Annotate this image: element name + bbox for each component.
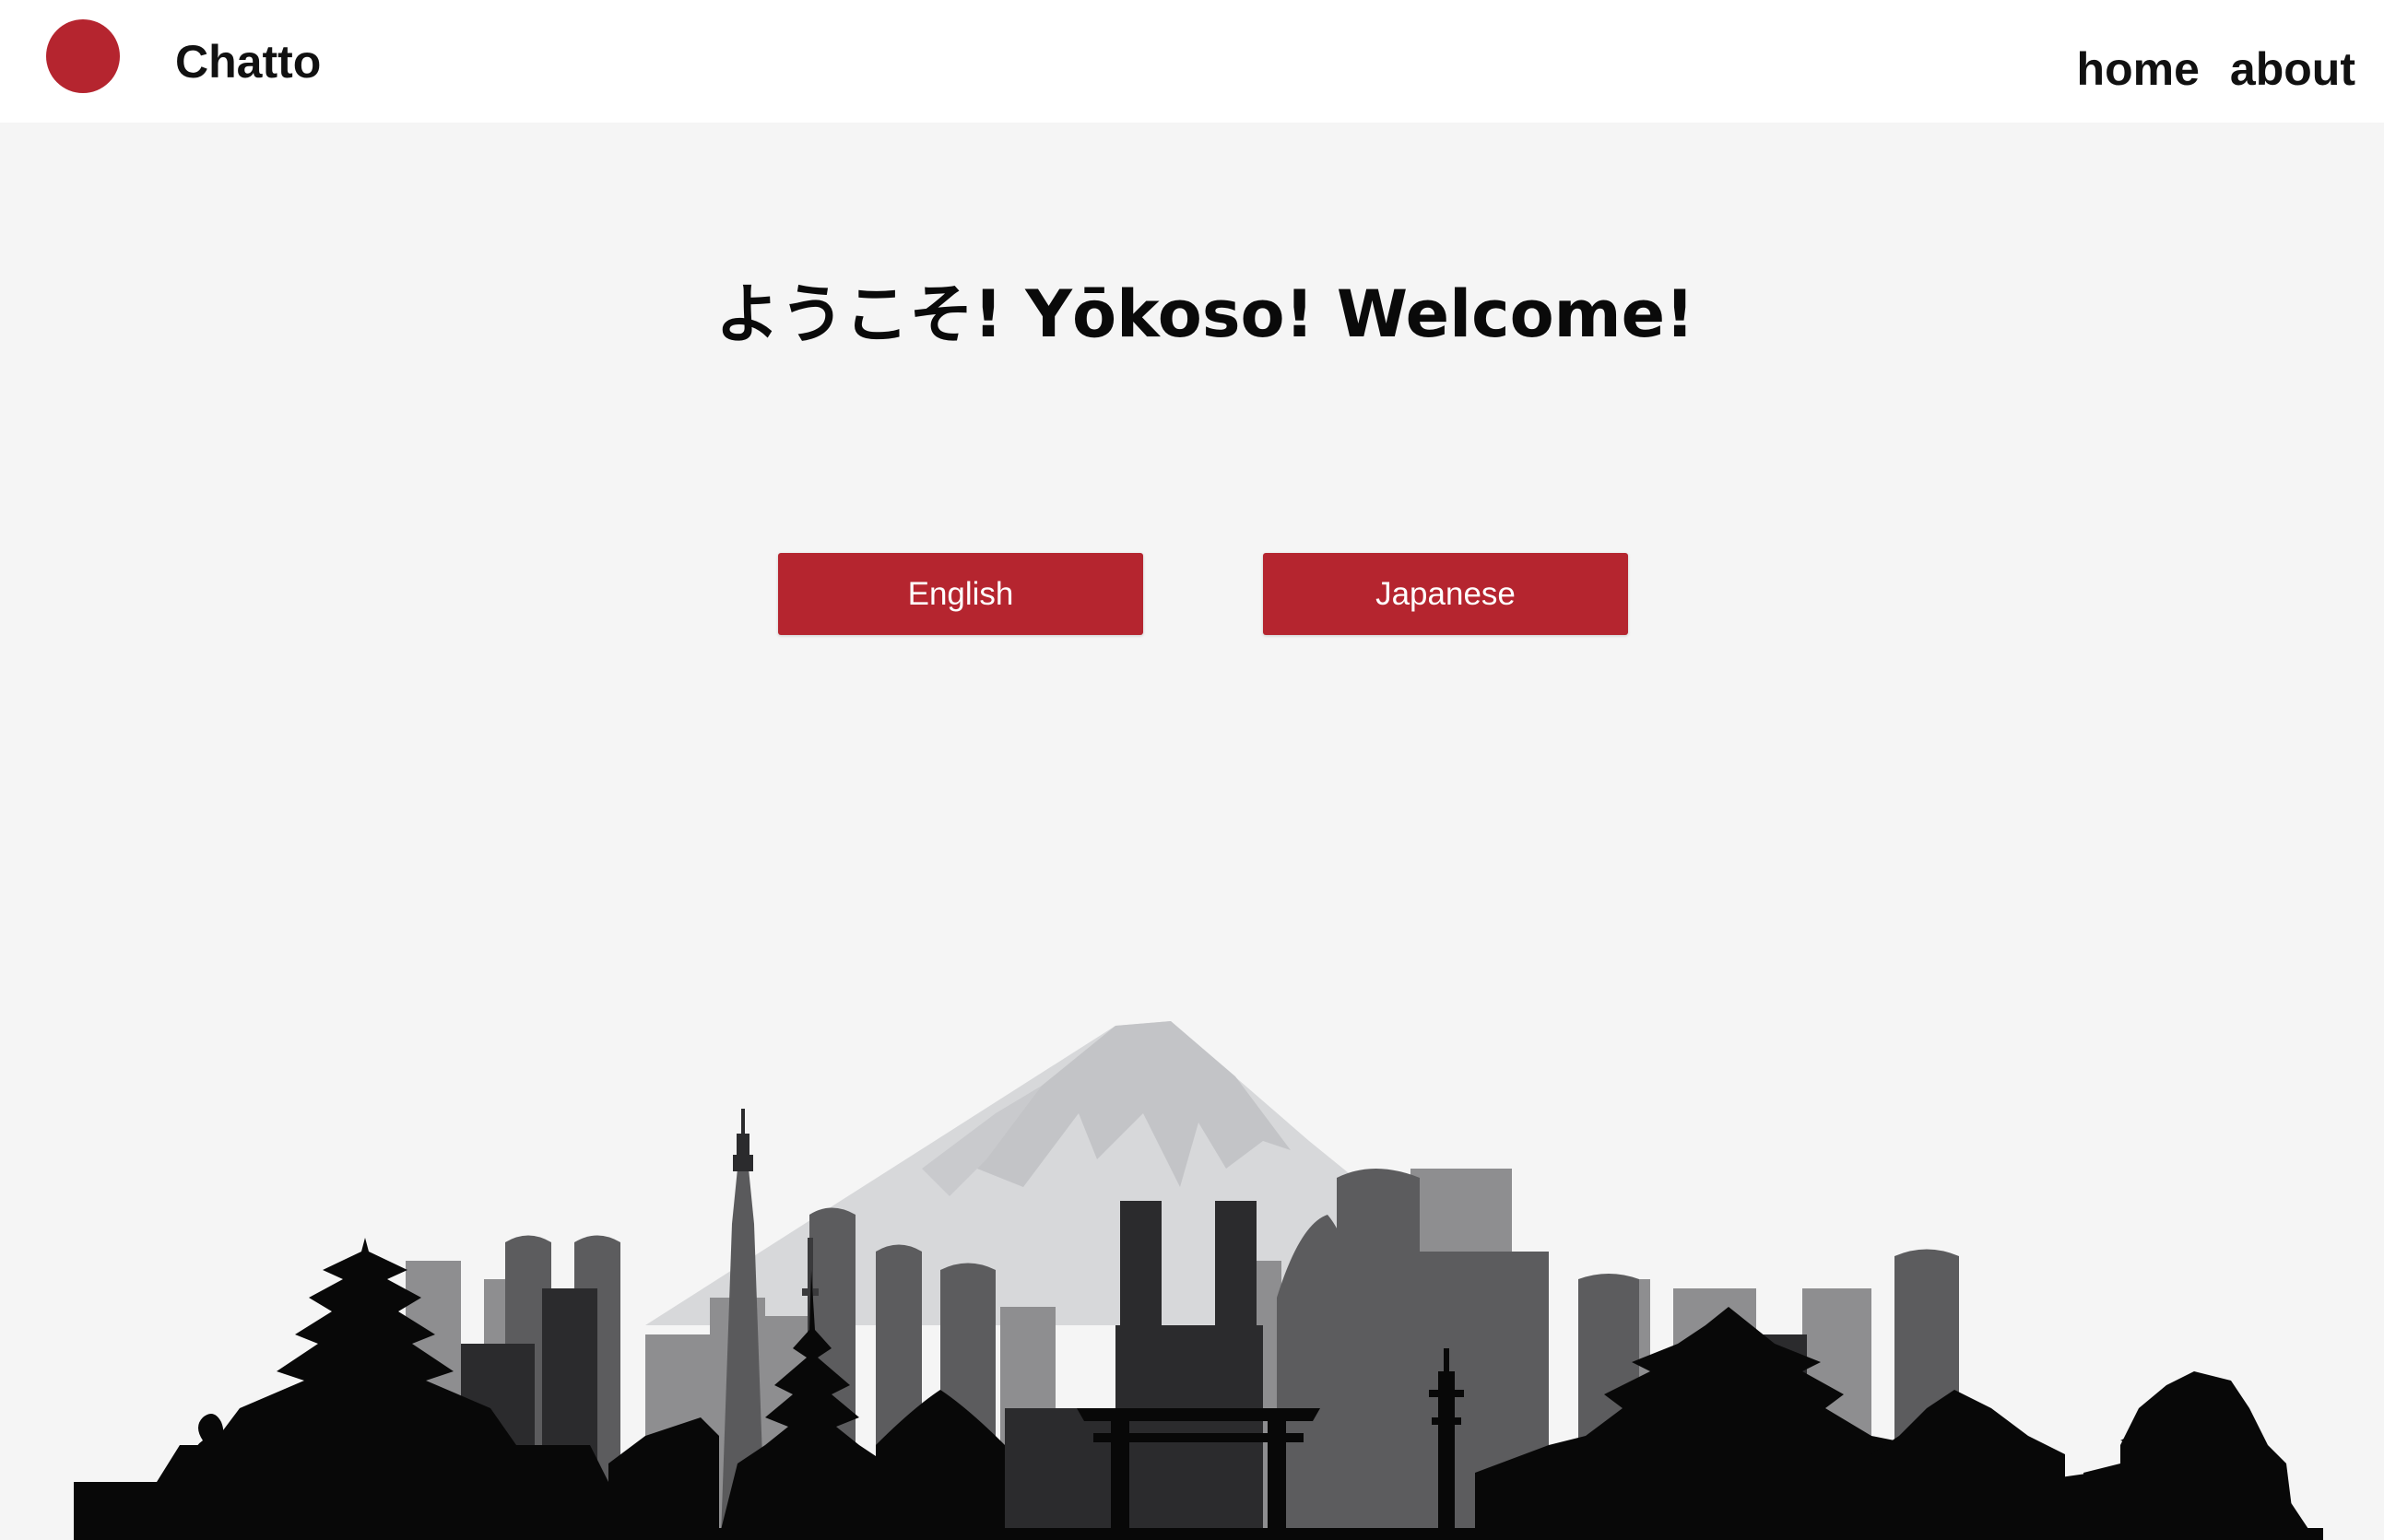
english-button[interactable]: English <box>778 553 1143 635</box>
logo-red-sun-icon[interactable] <box>46 19 120 93</box>
nav-link-home[interactable]: home <box>2077 39 2200 100</box>
welcome-heading: ようこそ! Yōkoso! Welcome! <box>715 276 1694 352</box>
nav-link-about[interactable]: about <box>2230 39 2355 100</box>
nav-links: home about <box>2077 39 2355 100</box>
skyline-illustration <box>74 1021 2323 1540</box>
main-content: ようこそ! Yōkoso! Welcome! English Japanese <box>0 123 2384 1540</box>
brand-name[interactable]: Chatto <box>175 33 321 90</box>
navbar: Chatto home about <box>0 0 2384 123</box>
japanese-button[interactable]: Japanese <box>1263 553 1628 635</box>
